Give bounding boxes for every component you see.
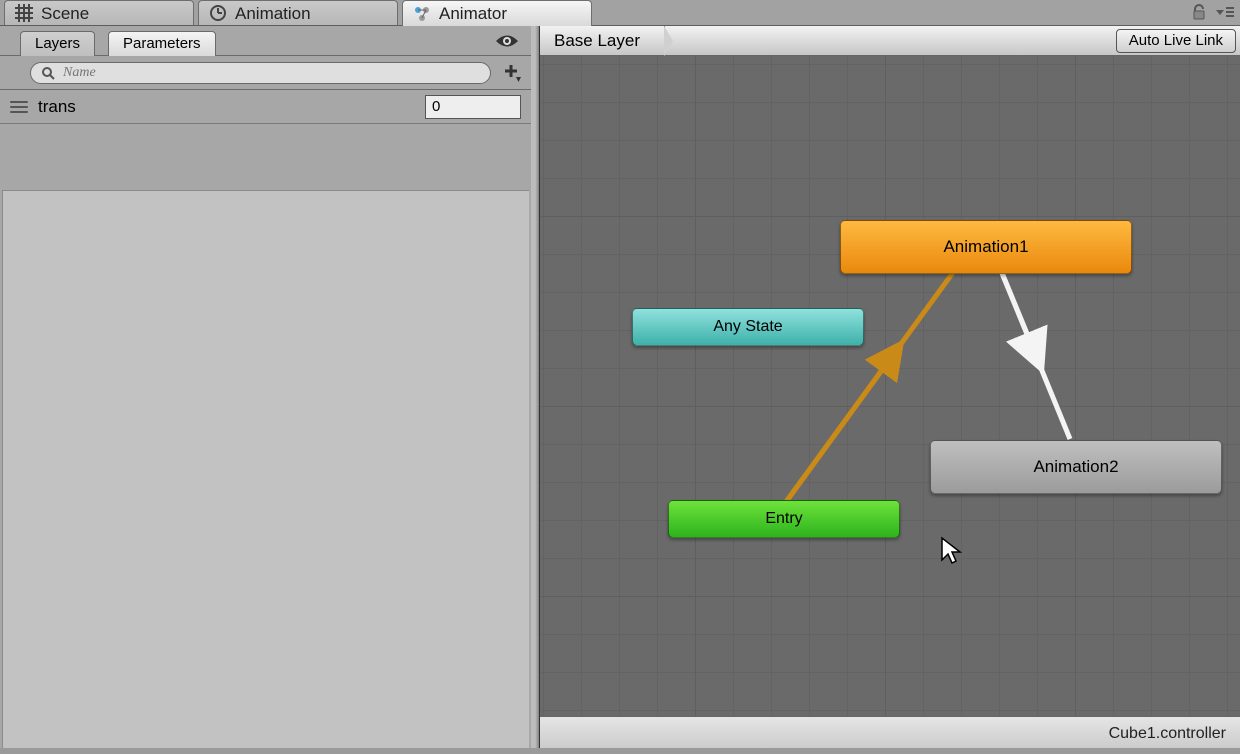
state-graph-canvas[interactable]: Animation1 Any State Animation2 Entry <box>540 56 1240 716</box>
visibility-toggle[interactable] <box>495 32 519 50</box>
editor-tab-bar: Scene Animation Animator <box>0 0 1240 26</box>
breadcrumb-layer[interactable]: Base Layer <box>542 26 665 56</box>
drag-handle-icon[interactable] <box>10 101 28 113</box>
parameter-search-input[interactable] <box>61 64 480 82</box>
lp-tab-bar: Layers Parameters <box>0 26 531 56</box>
auto-live-link-button[interactable]: Auto Live Link <box>1116 29 1236 53</box>
tab-scene-label: Scene <box>41 1 89 26</box>
tab-animation-label: Animation <box>235 1 311 26</box>
splitter-handle[interactable] <box>531 26 540 754</box>
grid-background <box>540 56 1240 716</box>
animator-window: Layers Parameters <box>0 26 1240 754</box>
tab-parameters-label: Parameters <box>123 35 201 52</box>
tab-animator-label: Animator <box>439 1 507 26</box>
tab-menu-icon[interactable] <box>1216 6 1234 18</box>
tab-animator[interactable]: Animator <box>402 0 592 26</box>
scene-icon <box>15 4 33 22</box>
parameter-toolbar <box>0 56 531 90</box>
state-node-entry[interactable]: Entry <box>668 500 900 538</box>
state-node-animation2[interactable]: Animation2 <box>930 440 1222 494</box>
tab-scene[interactable]: Scene <box>4 0 194 25</box>
animator-icon <box>413 5 431 23</box>
breadcrumb-bar: Base Layer Auto Live Link <box>540 26 1240 56</box>
parameter-name: trans <box>38 97 425 117</box>
graph-panel: Base Layer Auto Live Link <box>540 26 1240 754</box>
tab-parameters[interactable]: Parameters <box>108 31 216 57</box>
add-parameter-button[interactable] <box>501 63 521 83</box>
parameter-search[interactable] <box>30 62 491 84</box>
parameter-value-input[interactable]: 0 <box>425 95 521 119</box>
window-footer-strip <box>0 748 1240 754</box>
parameter-row[interactable]: trans 0 <box>0 90 531 124</box>
tab-layers-label: Layers <box>35 35 80 52</box>
parameters-panel: Layers Parameters <box>0 26 540 754</box>
parameter-empty-area <box>2 190 529 754</box>
tab-animation[interactable]: Animation <box>198 0 398 25</box>
status-controller-name: Cube1.controller <box>1109 725 1226 743</box>
tab-layers[interactable]: Layers <box>20 31 95 56</box>
parameter-list: trans 0 <box>0 90 531 754</box>
search-icon <box>41 66 55 80</box>
state-node-any-state[interactable]: Any State <box>632 308 864 346</box>
clock-icon <box>209 4 227 22</box>
state-node-animation1[interactable]: Animation1 <box>840 220 1132 274</box>
lock-icon[interactable] <box>1192 4 1206 20</box>
